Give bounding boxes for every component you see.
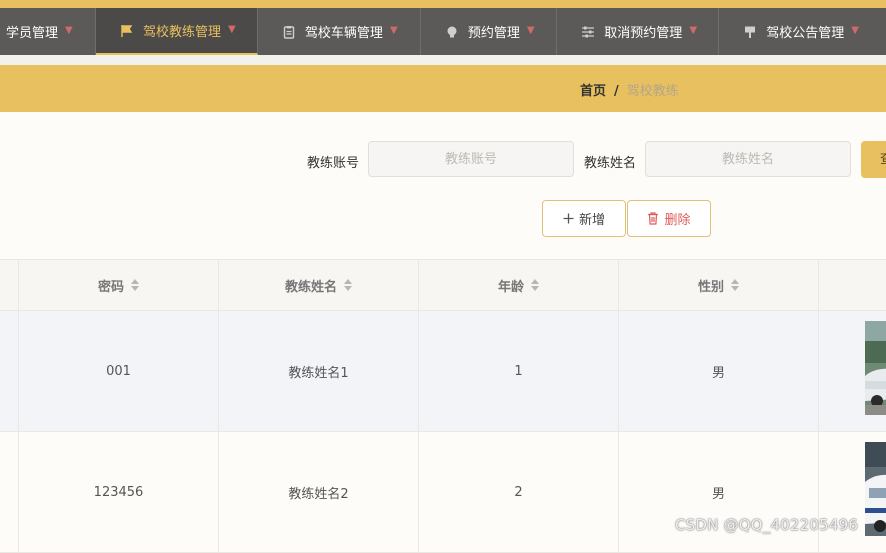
nav-item-coach-management[interactable]: 驾校教练管理 ▼ <box>96 8 258 55</box>
column-header-age[interactable]: 年龄 <box>418 260 618 310</box>
breadcrumb-current: 驾校教练 <box>626 84 679 99</box>
breadcrumb-trail: 首页 / 驾校教练 <box>580 80 679 99</box>
table-row[interactable]: 001 教练姓名1 1 男 <box>0 311 886 432</box>
plus-icon <box>563 213 574 224</box>
bulb-icon <box>447 26 457 37</box>
column-header-label: 性别 <box>697 279 724 295</box>
chevron-down-icon: ▼ <box>228 24 236 35</box>
sort-icon[interactable] <box>344 279 352 291</box>
top-navbar: 学员管理 ▼ 驾校教练管理 ▼ 驾校车辆管理 ▼ 预约管理 ▼ 取消预约管理 ▼… <box>0 8 886 55</box>
chevron-down-icon: ▼ <box>689 25 698 36</box>
trash-icon <box>647 212 659 225</box>
breadcrumb-home-link[interactable]: 首页 <box>580 84 606 99</box>
coach-name-label: 教练姓名 <box>584 156 637 171</box>
query-button[interactable]: 查询 <box>861 141 886 178</box>
column-header-label: 教练姓名 <box>284 279 337 295</box>
nav-item-cancel-booking-management[interactable]: 取消预约管理 ▼ <box>557 8 720 55</box>
cell-age: 2 <box>418 432 618 552</box>
nav-item-booking-management[interactable]: 预约管理 ▼ <box>421 8 558 55</box>
chevron-down-icon: ▼ <box>851 25 859 36</box>
sliders-icon <box>582 26 595 37</box>
table-row[interactable]: 123456 教练姓名2 2 男 <box>0 432 886 553</box>
nav-item-label: 驾校公告管理 <box>766 26 845 41</box>
delete-button[interactable]: 删除 <box>627 200 711 237</box>
cell-gender: 男 <box>618 432 818 552</box>
table-header-row: 密码 教练姓名 年龄 性别 <box>0 259 886 311</box>
nav-gap <box>0 55 886 65</box>
chevron-down-icon: ▼ <box>65 25 73 36</box>
coach-photo-thumbnail[interactable] <box>865 321 886 415</box>
chevron-down-icon: ▼ <box>389 25 398 36</box>
column-header-coach-name[interactable]: 教练姓名 <box>218 260 418 310</box>
chevron-down-icon: ▼ <box>526 25 535 36</box>
nav-item-notice-management[interactable]: 驾校公告管理 ▼ <box>719 8 886 55</box>
signpost-icon <box>745 26 756 38</box>
cell-gender: 男 <box>618 311 818 431</box>
nav-item-label: 预约管理 <box>467 26 520 41</box>
nav-item-vehicle-management[interactable]: 驾校车辆管理 ▼ <box>258 8 421 55</box>
cell-password: 123456 <box>18 432 218 552</box>
coach-photo-thumbnail[interactable] <box>865 442 886 536</box>
nav-item-label: 学员管理 <box>6 26 59 41</box>
coach-account-input[interactable] <box>368 141 574 177</box>
top-accent-bar <box>0 0 886 8</box>
column-header-password[interactable]: 密码 <box>18 260 218 310</box>
add-button[interactable]: 新增 <box>542 200 626 237</box>
nav-item-label: 取消预约管理 <box>604 26 683 41</box>
breadcrumb-separator: / <box>614 84 619 99</box>
cell-coach-name: 教练姓名1 <box>218 311 418 431</box>
column-header-gender[interactable]: 性别 <box>618 260 818 310</box>
watermark-text: CSDN @QQ_402205496 <box>675 516 859 534</box>
flag-icon <box>121 24 133 37</box>
coach-name-input[interactable] <box>645 141 851 177</box>
coach-account-label: 教练账号 <box>307 156 360 171</box>
sort-icon[interactable] <box>731 279 739 291</box>
column-header-photo <box>818 260 886 310</box>
add-button-label: 新增 <box>578 213 605 228</box>
nav-item-student-management[interactable]: 学员管理 ▼ <box>0 8 96 55</box>
sort-icon[interactable] <box>531 279 539 291</box>
column-header-label: 年龄 <box>497 279 524 295</box>
breadcrumb: 首页 / 驾校教练 <box>0 65 886 112</box>
cell-coach-name: 教练姓名2 <box>218 432 418 552</box>
nav-item-label: 驾校车辆管理 <box>304 26 383 41</box>
clipboard-icon <box>283 25 295 39</box>
column-header-label: 密码 <box>97 279 124 295</box>
cell-password: 001 <box>18 311 218 431</box>
delete-button-label: 删除 <box>664 213 691 228</box>
cell-age: 1 <box>418 311 618 431</box>
sort-icon[interactable] <box>131 279 139 291</box>
nav-item-label: 驾校教练管理 <box>143 25 222 40</box>
